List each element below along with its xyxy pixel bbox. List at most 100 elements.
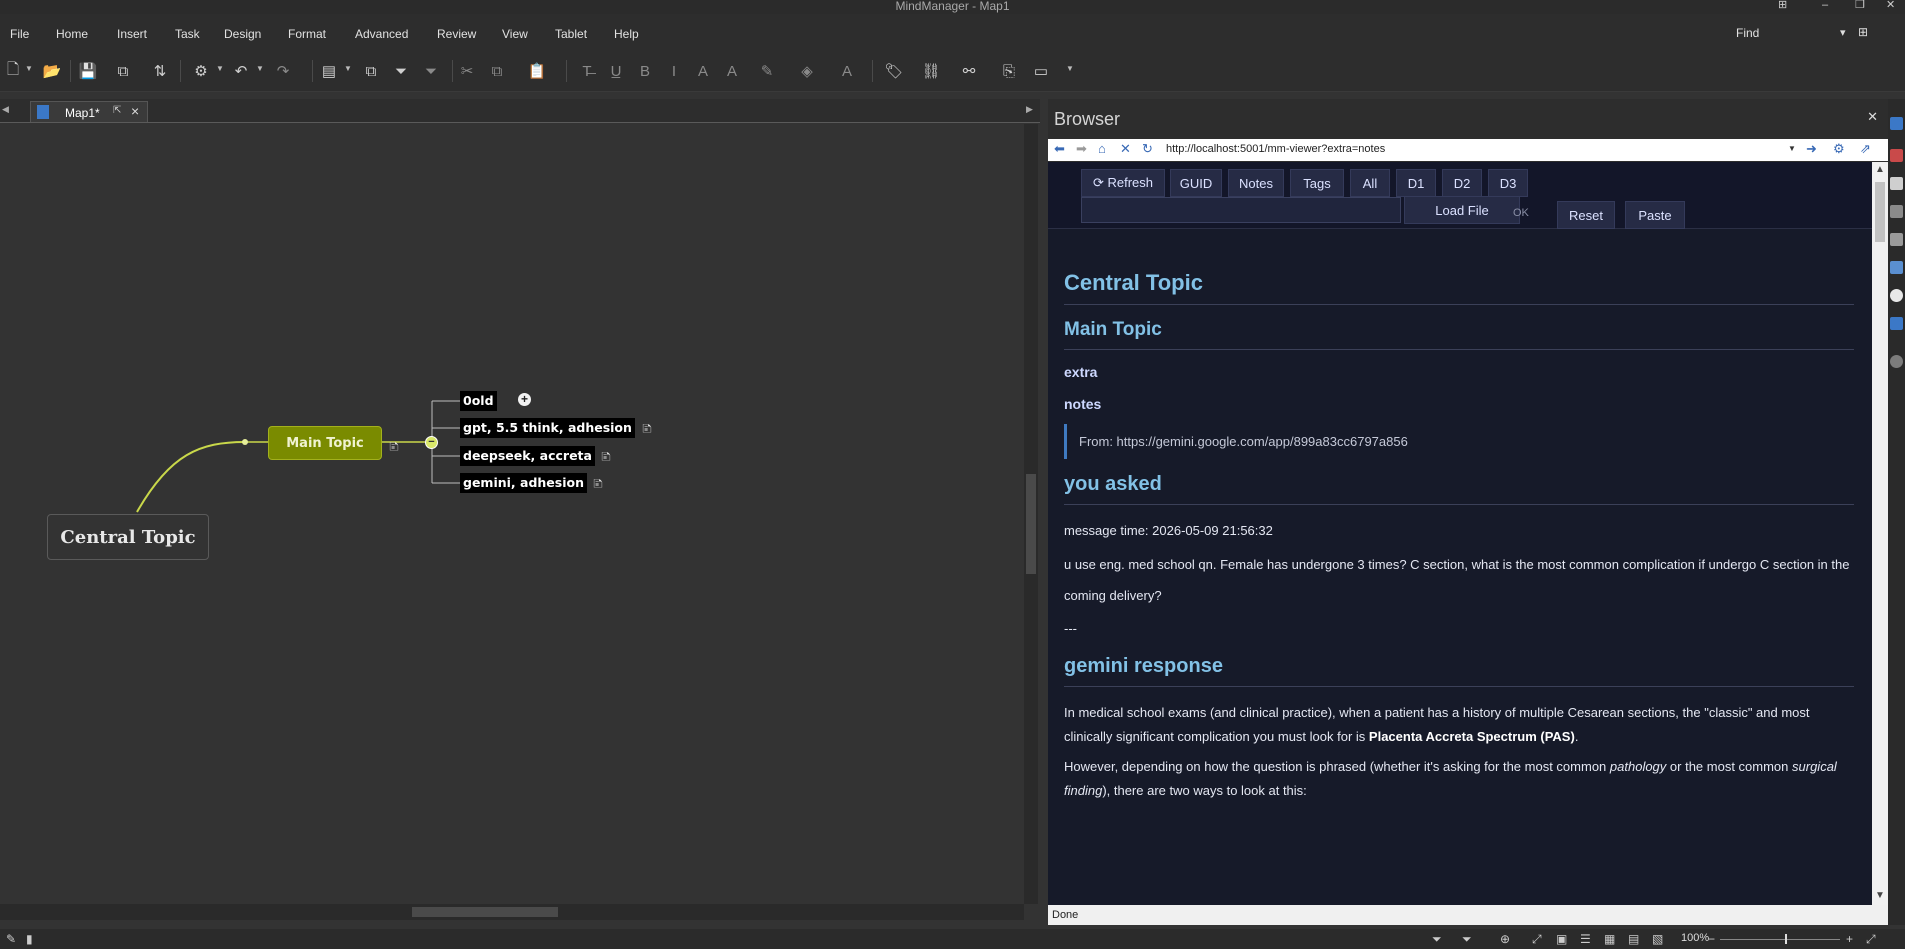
- zoom-slider-thumb[interactable]: [1785, 934, 1787, 944]
- chevron-down-icon[interactable]: ▼: [1788, 144, 1796, 153]
- menu-help[interactable]: Help: [614, 27, 639, 41]
- cut-icon[interactable]: ✂: [456, 60, 478, 82]
- undo-icon[interactable]: ↶: [230, 60, 252, 82]
- map-view-icon[interactable]: ▣: [1556, 932, 1567, 946]
- d3-button[interactable]: D3: [1488, 169, 1528, 197]
- browser-icon[interactable]: [1890, 355, 1903, 368]
- file-path-input[interactable]: [1081, 197, 1401, 223]
- font-color-icon[interactable]: A: [836, 60, 858, 82]
- properties-icon[interactable]: [1890, 233, 1903, 246]
- zoom-slider[interactable]: [1720, 939, 1840, 940]
- zoom-out-icon[interactable]: −: [1708, 932, 1715, 946]
- save-icon[interactable]: 💾: [77, 60, 99, 82]
- back-icon[interactable]: ⬅: [1054, 141, 1065, 157]
- menu-review[interactable]: Review: [437, 27, 476, 41]
- filter-options-icon[interactable]: ⏷: [1462, 932, 1472, 947]
- reset-button[interactable]: Reset: [1557, 201, 1615, 229]
- chevron-down-icon[interactable]: ▼: [1066, 64, 1074, 73]
- main-topic[interactable]: Main Topic: [268, 426, 382, 460]
- home-icon[interactable]: ⌂: [1098, 141, 1106, 156]
- find-label[interactable]: Find: [1736, 26, 1759, 40]
- menu-design[interactable]: Design: [224, 27, 261, 41]
- layout-icon[interactable]: ⊞: [1858, 25, 1868, 39]
- menu-view[interactable]: View: [502, 27, 528, 41]
- close-window-button[interactable]: ✕: [1886, 0, 1895, 11]
- scroll-right-icon[interactable]: ▶: [1026, 104, 1033, 115]
- dropdown-icon[interactable]: ▾: [1840, 26, 1846, 39]
- go-icon[interactable]: ➜: [1806, 141, 1817, 157]
- all-button[interactable]: All: [1350, 169, 1390, 197]
- copy-icon[interactable]: ⧉: [486, 60, 508, 82]
- export-icon[interactable]: ⎘: [998, 60, 1020, 82]
- pen-icon[interactable]: ✎: [6, 932, 16, 946]
- outline-icon[interactable]: [1890, 317, 1903, 330]
- load-file-button[interactable]: Load File: [1404, 196, 1520, 224]
- slides-view-icon[interactable]: ▧: [1652, 932, 1663, 946]
- close-pane-icon[interactable]: ✕: [1867, 109, 1878, 125]
- canvas-vertical-scrollbar[interactable]: [1024, 124, 1038, 904]
- present-icon[interactable]: ▭: [1030, 60, 1052, 82]
- refresh-button[interactable]: ⟳ Refresh: [1081, 169, 1165, 197]
- chevron-down-icon[interactable]: ▼: [216, 64, 224, 73]
- subtopic-gpt[interactable]: gpt, 5.5 think, adhesion: [460, 418, 635, 438]
- tab-map1[interactable]: Map1* ⇱ ×: [30, 101, 148, 122]
- tags-button[interactable]: Tags: [1290, 169, 1344, 197]
- schedule-view-icon[interactable]: ▦: [1604, 932, 1615, 946]
- subtopic-deepseek[interactable]: deepseek, accreta: [460, 446, 595, 466]
- chevron-down-icon[interactable]: ▼: [344, 64, 352, 73]
- subtopic-0old[interactable]: 0old: [460, 391, 497, 411]
- guid-button[interactable]: GUID: [1170, 169, 1222, 197]
- topic-icon[interactable]: ▤: [318, 60, 340, 82]
- notes-icon[interactable]: 🗈: [598, 449, 614, 465]
- copy-format-icon[interactable]: ⧉: [360, 60, 382, 82]
- save-as-icon[interactable]: ⧉: [112, 60, 134, 82]
- scroll-up-icon[interactable]: ▲: [1875, 164, 1885, 175]
- markers-icon[interactable]: [1890, 289, 1903, 302]
- d2-button[interactable]: D2: [1442, 169, 1482, 197]
- task-pane-icon[interactable]: [1890, 117, 1903, 130]
- search-icon[interactable]: [1890, 261, 1903, 274]
- forward-icon[interactable]: ➡: [1076, 141, 1087, 157]
- clear-filter-icon[interactable]: ⏷: [420, 60, 442, 82]
- zoom-in-icon[interactable]: +: [1846, 932, 1853, 946]
- menu-file[interactable]: File: [10, 27, 29, 41]
- close-tab-icon[interactable]: ×: [131, 103, 139, 119]
- highlight-icon[interactable]: ✎: [756, 60, 778, 82]
- menu-task[interactable]: Task: [175, 27, 200, 41]
- chevron-down-icon[interactable]: ▼: [25, 64, 33, 73]
- notes-icon[interactable]: 🗈: [639, 421, 655, 437]
- fill-color-icon[interactable]: ◈: [796, 60, 818, 82]
- relationship-icon[interactable]: ⚯: [958, 60, 980, 82]
- scroll-thumb[interactable]: [1875, 182, 1885, 242]
- underline-icon[interactable]: U̲: [605, 60, 627, 82]
- notes-icon[interactable]: 🗈: [590, 476, 606, 492]
- italic-icon[interactable]: I: [663, 60, 685, 82]
- strikethrough-icon[interactable]: T̶: [576, 60, 598, 82]
- notes-button[interactable]: Notes: [1228, 169, 1284, 197]
- add-topic-icon[interactable]: +: [518, 393, 531, 406]
- ribbon-toggle-icon[interactable]: ⊞: [1778, 0, 1787, 11]
- web-vertical-scrollbar[interactable]: ▲ ▼: [1872, 162, 1888, 905]
- outline-view-icon[interactable]: ☰: [1580, 932, 1591, 946]
- mouse-icon[interactable]: ▮: [26, 932, 33, 946]
- filter-icon[interactable]: ⏷: [1432, 932, 1442, 947]
- menu-insert[interactable]: Insert: [117, 27, 147, 41]
- capture-icon[interactable]: ⚙: [1833, 141, 1845, 157]
- scroll-thumb[interactable]: [1026, 474, 1036, 574]
- tag-icon[interactable]: 🏷: [883, 60, 905, 82]
- menu-tablet[interactable]: Tablet: [555, 27, 587, 41]
- sort-icon[interactable]: ⇅: [149, 60, 171, 82]
- link-icon[interactable]: ⛓: [920, 60, 942, 82]
- grow-font-icon[interactable]: A: [692, 60, 714, 82]
- scroll-thumb[interactable]: [412, 907, 558, 917]
- focus-icon[interactable]: ⊕: [1500, 932, 1510, 946]
- chevron-down-icon[interactable]: ▼: [256, 64, 264, 73]
- bold-icon[interactable]: B: [634, 60, 656, 82]
- external-link-icon[interactable]: ⇗: [1860, 141, 1871, 157]
- minimize-button[interactable]: –: [1822, 0, 1828, 11]
- url-field[interactable]: http://localhost:5001/mm-viewer?extra=no…: [1166, 143, 1385, 155]
- menu-home[interactable]: Home: [56, 27, 88, 41]
- library-icon[interactable]: [1890, 149, 1903, 162]
- shrink-font-icon[interactable]: A: [721, 60, 743, 82]
- format-icon[interactable]: [1890, 205, 1903, 218]
